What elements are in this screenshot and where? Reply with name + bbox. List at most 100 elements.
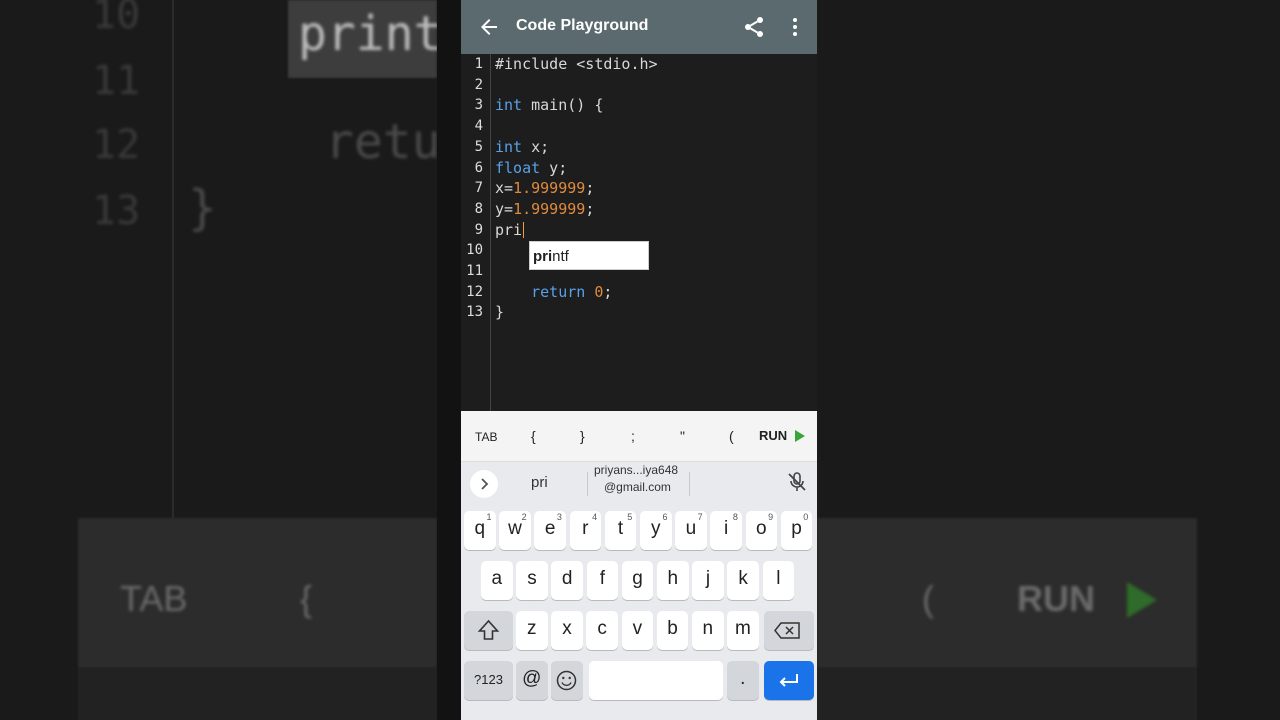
key-b[interactable]: b xyxy=(656,611,689,650)
autocomplete-item-printf[interactable]: printf xyxy=(533,248,569,265)
code-line[interactable]: x=1.999999; xyxy=(495,178,594,199)
code-line[interactable]: } xyxy=(495,302,504,323)
code-token: ; xyxy=(603,282,613,301)
enter-icon xyxy=(779,674,798,687)
expand-toolbar-button[interactable] xyxy=(470,470,498,498)
line-number: 7 xyxy=(474,180,483,197)
arrow-left-icon[interactable] xyxy=(477,15,501,39)
suggestion-word[interactable]: pri xyxy=(531,474,548,491)
key-label: ?123 xyxy=(474,672,503,687)
code-line[interactable]: pri xyxy=(495,220,525,241)
code-token: 1.999999 xyxy=(513,199,586,218)
key-o[interactable]: o9 xyxy=(745,511,778,550)
key-e[interactable]: e3 xyxy=(534,511,566,550)
background-line-number: 11 xyxy=(92,58,141,104)
key-at[interactable]: @ xyxy=(516,661,548,700)
key-i[interactable]: i8 xyxy=(710,511,742,550)
key-q[interactable]: q1 xyxy=(464,511,496,550)
key-label: b xyxy=(667,618,678,639)
key-h[interactable]: h xyxy=(657,561,689,600)
tab-key[interactable]: TAB xyxy=(475,430,497,444)
background-keyboard xyxy=(78,668,437,720)
key-l[interactable]: l xyxy=(762,561,795,600)
key-label: c xyxy=(597,618,607,639)
key-c[interactable]: c xyxy=(586,611,618,650)
app-bar: Code Playground xyxy=(461,0,817,54)
key-hint: 3 xyxy=(556,512,562,522)
backspace-key[interactable] xyxy=(764,611,814,650)
key-a[interactable]: a xyxy=(481,561,513,600)
phone-screen: Code Playground printf 1 2 3 4 5 6 7 8 9 10 11 12 13… xyxy=(461,0,817,720)
key-d[interactable]: d xyxy=(551,561,583,600)
key-y[interactable]: y6 xyxy=(640,511,672,550)
code-line[interactable]: int main() { xyxy=(495,95,603,116)
key-label: g xyxy=(632,568,643,589)
symbol-key-quote[interactable]: " xyxy=(680,428,685,444)
symbols-key[interactable]: ?123 xyxy=(464,661,513,700)
code-token: x; xyxy=(522,137,550,156)
key-n[interactable]: n xyxy=(692,611,724,650)
code-token: main() { xyxy=(522,96,604,115)
keyboard-suggestion-bar: pri priyans...iya648 @gmail.com xyxy=(461,462,817,506)
key-x[interactable]: x xyxy=(551,611,583,650)
line-number: 4 xyxy=(474,118,483,135)
text-cursor xyxy=(523,222,525,239)
code-token: int xyxy=(495,137,523,156)
suggestion-email-line1[interactable]: priyans...iya648 xyxy=(594,463,678,477)
key-v[interactable]: v xyxy=(621,611,654,650)
autocomplete-popup[interactable]: printf xyxy=(529,241,649,270)
shift-icon xyxy=(477,619,500,640)
key-label: m xyxy=(735,618,751,639)
symbol-key-semicolon[interactable]: ; xyxy=(631,428,635,444)
line-number: 2 xyxy=(474,76,483,93)
line-number: 12 xyxy=(466,283,483,300)
key-k[interactable]: k xyxy=(727,561,759,600)
soft-keyboard: pri priyans...iya648 @gmail.com q1w2e3r4… xyxy=(461,462,817,720)
code-line[interactable]: float y; xyxy=(495,158,567,179)
space-bar[interactable] xyxy=(589,661,723,700)
code-line[interactable]: y=1.999999; xyxy=(495,199,594,220)
shift-key[interactable] xyxy=(464,611,513,650)
key-label: . xyxy=(740,668,746,689)
key-w[interactable]: w2 xyxy=(499,511,531,550)
enter-key[interactable] xyxy=(764,661,814,700)
code-token: y; xyxy=(540,158,568,177)
code-line[interactable]: #include <stdio.h> xyxy=(495,54,658,75)
key-label: j xyxy=(705,568,711,589)
key-label: d xyxy=(561,568,573,589)
code-token: ; xyxy=(585,179,595,198)
code-line[interactable]: return 0; xyxy=(495,282,612,303)
key-label: a xyxy=(491,568,503,589)
key-s[interactable]: s xyxy=(516,561,548,600)
suggestion-divider xyxy=(689,472,690,496)
line-number: 13 xyxy=(466,304,483,321)
key-g[interactable]: g xyxy=(621,561,654,600)
run-button[interactable]: RUN xyxy=(759,428,787,443)
key-hint: 9 xyxy=(768,512,774,522)
suggestion-email-line2[interactable]: @gmail.com xyxy=(604,480,671,494)
key-z[interactable]: z xyxy=(516,611,548,650)
key-label: f xyxy=(599,568,605,589)
key-u[interactable]: u7 xyxy=(675,511,707,550)
play-icon[interactable] xyxy=(795,430,805,442)
key-label: x xyxy=(562,618,572,639)
key-f[interactable]: f xyxy=(586,561,619,600)
share-icon[interactable] xyxy=(742,15,766,39)
symbol-key-close-brace[interactable]: } xyxy=(580,428,585,444)
mic-off-icon[interactable] xyxy=(785,470,809,494)
more-vert-icon[interactable] xyxy=(783,15,807,39)
symbol-key-open-paren[interactable]: ( xyxy=(729,428,734,444)
key-r[interactable]: r4 xyxy=(569,511,602,550)
emoji-key[interactable] xyxy=(551,661,583,700)
code-token: pri xyxy=(495,220,523,239)
key-label: k xyxy=(738,568,748,589)
key-period[interactable]: . xyxy=(727,661,759,700)
key-m[interactable]: m xyxy=(727,611,759,650)
key-t[interactable]: t5 xyxy=(604,511,637,550)
code-line[interactable]: int x; xyxy=(495,137,549,158)
background-play-icon xyxy=(1127,582,1157,618)
key-p[interactable]: p0 xyxy=(780,511,813,550)
code-editor[interactable]: printf 1 2 3 4 5 6 7 8 9 10 11 12 13 #include <stdio.… xyxy=(461,54,817,411)
key-j[interactable]: j xyxy=(692,561,724,600)
symbol-key-open-brace[interactable]: { xyxy=(531,428,536,444)
